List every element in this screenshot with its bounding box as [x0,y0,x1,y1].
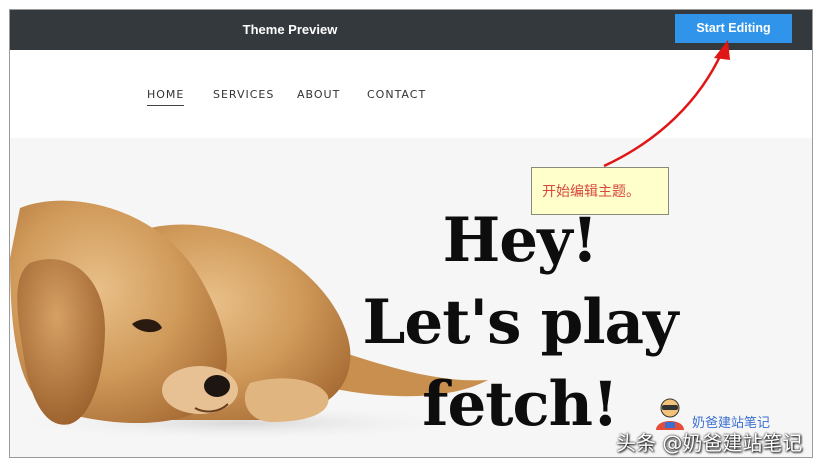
annotation-arrow [603,40,730,168]
watermark-text: 头条 @奶爸建站笔记 [616,431,803,455]
watermark-avatar-icon [656,398,684,430]
annotation-callout: 开始编辑主题。 [531,167,669,215]
